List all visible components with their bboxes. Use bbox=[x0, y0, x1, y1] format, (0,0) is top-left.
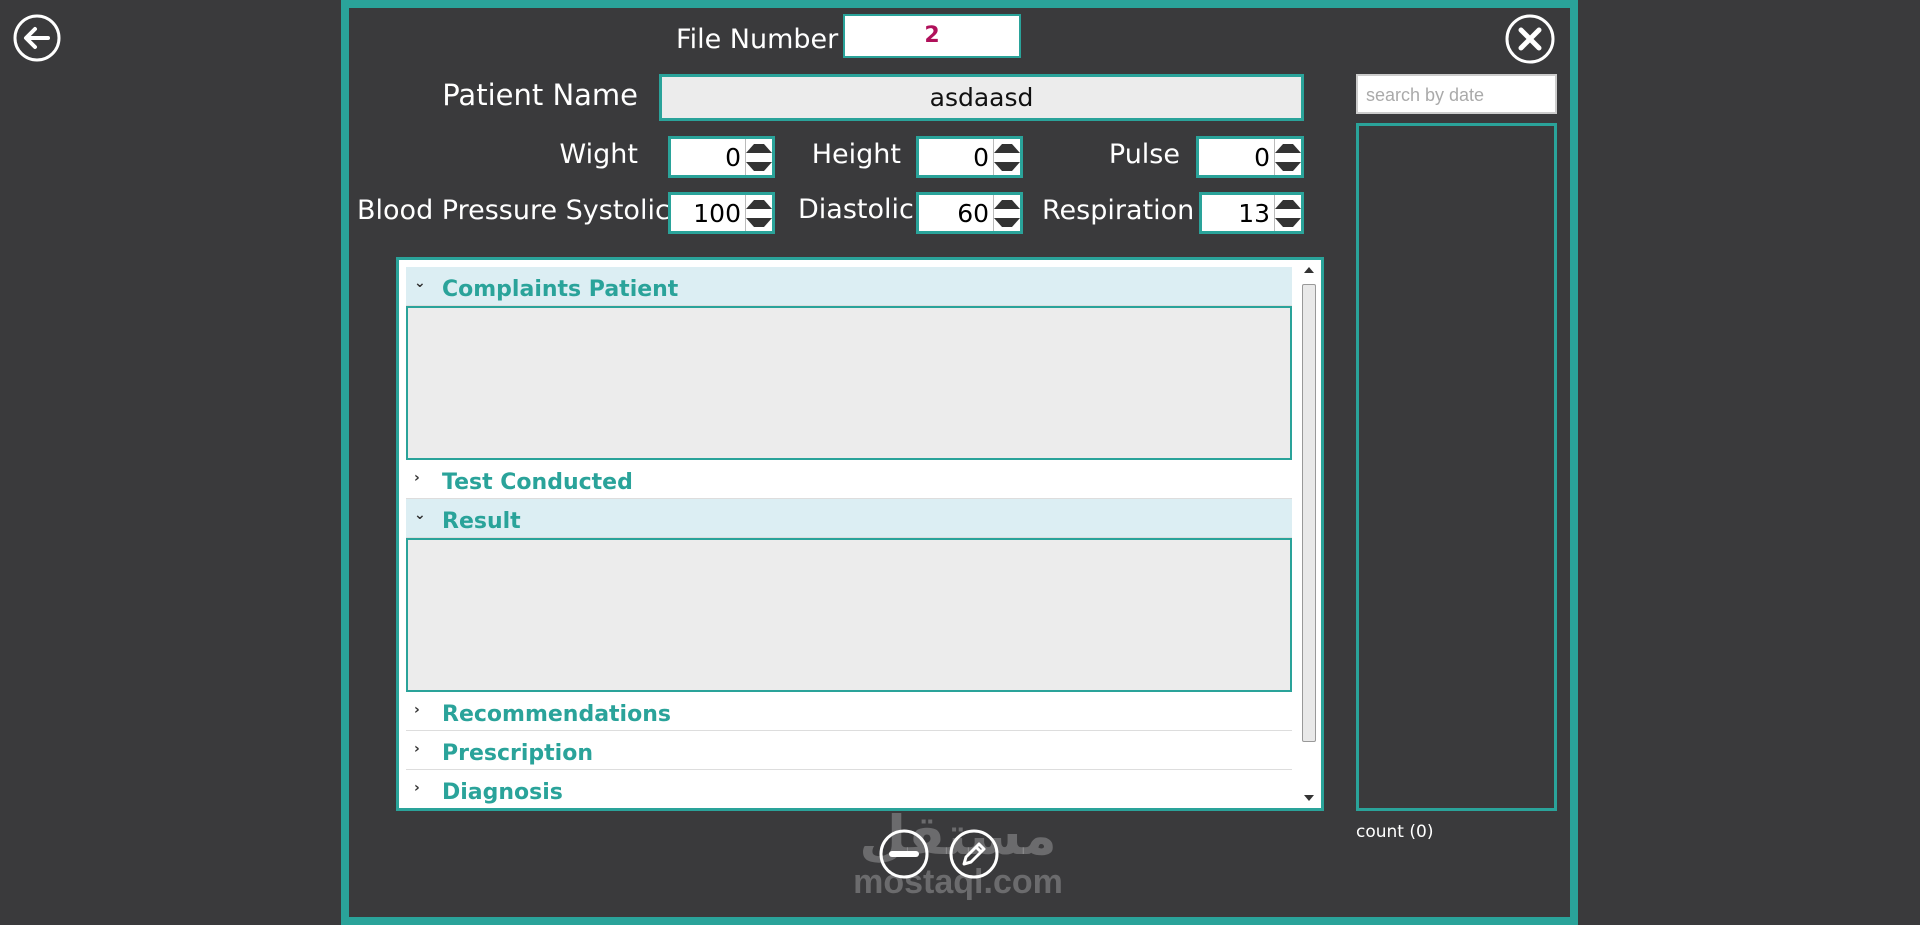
diastolic-stepper[interactable]: 60 bbox=[916, 192, 1023, 234]
weight-value: 0 bbox=[725, 142, 741, 172]
close-button[interactable] bbox=[1504, 13, 1556, 65]
chevron-right-icon: › bbox=[414, 780, 420, 796]
section-header-diagnosis[interactable]: › Diagnosis bbox=[406, 770, 1292, 804]
pulse-value: 0 bbox=[1254, 142, 1270, 172]
section-header-recommendations[interactable]: › Recommendations bbox=[406, 692, 1292, 731]
minus-circle-icon bbox=[879, 829, 929, 879]
height-label: Height bbox=[811, 139, 901, 170]
arrow-up-icon bbox=[1275, 143, 1301, 153]
respiration-value: 13 bbox=[1238, 198, 1270, 228]
section-title: Complaints Patient bbox=[442, 277, 679, 302]
patient-name-label: Patient Name bbox=[442, 78, 638, 112]
arrow-down-icon bbox=[1275, 217, 1301, 227]
sections-accordion: ⌄ Complaints Patient › Test Conducted ⌄ … bbox=[406, 267, 1292, 804]
arrow-up-icon bbox=[994, 143, 1020, 153]
arrow-left-circle-icon bbox=[13, 14, 61, 62]
increment-button[interactable] bbox=[1275, 139, 1301, 157]
systolic-stepper[interactable]: 100 bbox=[668, 192, 775, 234]
systolic-value: 100 bbox=[693, 198, 741, 228]
section-title: Prescription bbox=[442, 741, 594, 766]
count-label: count (0) bbox=[1356, 822, 1434, 842]
respiration-stepper[interactable]: 13 bbox=[1199, 192, 1304, 234]
arrow-down-icon bbox=[994, 217, 1020, 227]
weight-stepper[interactable]: 0 bbox=[668, 136, 775, 178]
increment-button[interactable] bbox=[994, 195, 1020, 213]
visit-dates-list[interactable] bbox=[1356, 123, 1557, 811]
height-value: 0 bbox=[973, 142, 989, 172]
pencil-circle-icon bbox=[949, 829, 999, 879]
sections-scrollbar[interactable] bbox=[1298, 260, 1320, 808]
chevron-down-icon: ⌄ bbox=[414, 275, 426, 291]
arrow-down-icon bbox=[1304, 795, 1314, 801]
systolic-label: Blood Pressure Systolic bbox=[357, 195, 670, 226]
remove-button[interactable] bbox=[878, 828, 930, 880]
close-circle-icon bbox=[1505, 14, 1555, 64]
scroll-thumb[interactable] bbox=[1302, 284, 1316, 742]
decrement-button[interactable] bbox=[746, 157, 772, 175]
section-header-result[interactable]: ⌄ Result bbox=[406, 499, 1292, 538]
section-header-test-conducted[interactable]: › Test Conducted bbox=[406, 460, 1292, 499]
result-textarea[interactable] bbox=[406, 538, 1292, 692]
file-number-field[interactable]: 2 bbox=[843, 14, 1021, 58]
arrow-up-icon bbox=[746, 199, 772, 209]
edit-button[interactable] bbox=[948, 828, 1000, 880]
search-by-date-input[interactable]: search by date bbox=[1356, 74, 1557, 114]
arrow-up-icon bbox=[994, 199, 1020, 209]
patient-name-field[interactable]: asdaasd bbox=[659, 74, 1304, 121]
chevron-right-icon: › bbox=[414, 702, 420, 718]
arrow-down-icon bbox=[1275, 161, 1301, 171]
pulse-label: Pulse bbox=[1108, 139, 1180, 170]
section-header-prescription[interactable]: › Prescription bbox=[406, 731, 1292, 770]
diastolic-label: Diastolic bbox=[798, 194, 914, 225]
arrow-up-icon bbox=[1304, 267, 1314, 273]
complaints-textarea[interactable] bbox=[406, 306, 1292, 460]
chevron-down-icon: ⌄ bbox=[414, 507, 426, 523]
arrow-down-icon bbox=[746, 161, 772, 171]
chevron-right-icon: › bbox=[414, 470, 420, 486]
decrement-button[interactable] bbox=[1275, 213, 1301, 231]
pulse-stepper[interactable]: 0 bbox=[1196, 136, 1304, 178]
file-number-label: File Number bbox=[676, 24, 839, 55]
arrow-down-icon bbox=[746, 217, 772, 227]
diastolic-value: 60 bbox=[957, 198, 989, 228]
respiration-label: Respiration bbox=[1042, 195, 1195, 226]
height-stepper[interactable]: 0 bbox=[916, 136, 1023, 178]
scroll-up-button[interactable] bbox=[1298, 260, 1320, 280]
arrow-down-icon bbox=[994, 161, 1020, 171]
chevron-right-icon: › bbox=[414, 741, 420, 757]
arrow-up-icon bbox=[1275, 199, 1301, 209]
increment-button[interactable] bbox=[1275, 195, 1301, 213]
scroll-down-button[interactable] bbox=[1298, 788, 1320, 808]
section-title: Recommendations bbox=[442, 702, 671, 727]
section-title: Result bbox=[442, 509, 521, 534]
back-button[interactable] bbox=[12, 13, 62, 63]
decrement-button[interactable] bbox=[1275, 157, 1301, 175]
increment-button[interactable] bbox=[746, 195, 772, 213]
section-title: Test Conducted bbox=[442, 470, 633, 495]
decrement-button[interactable] bbox=[994, 157, 1020, 175]
sections-panel: ⌄ Complaints Patient › Test Conducted ⌄ … bbox=[396, 257, 1324, 811]
section-header-complaints[interactable]: ⌄ Complaints Patient bbox=[406, 267, 1292, 306]
increment-button[interactable] bbox=[746, 139, 772, 157]
decrement-button[interactable] bbox=[994, 213, 1020, 231]
weight-label: Wight bbox=[559, 139, 638, 170]
decrement-button[interactable] bbox=[746, 213, 772, 231]
arrow-up-icon bbox=[746, 143, 772, 153]
increment-button[interactable] bbox=[994, 139, 1020, 157]
section-title: Diagnosis bbox=[442, 780, 563, 804]
